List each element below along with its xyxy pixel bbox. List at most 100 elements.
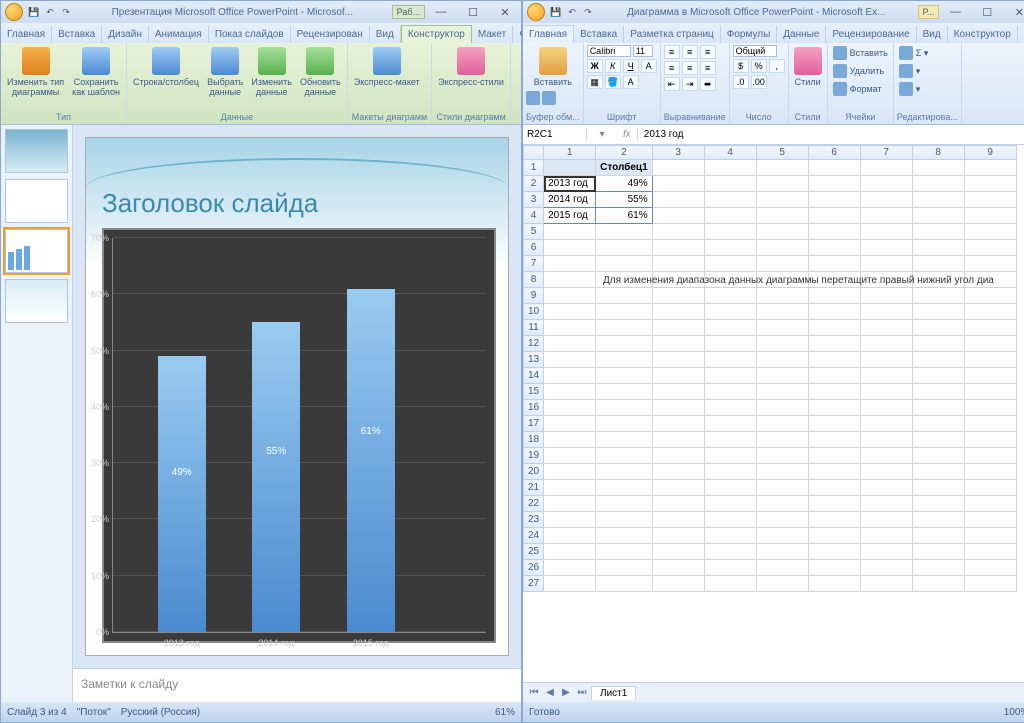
underline-button[interactable]: Ч [623,59,639,73]
cell[interactable] [652,576,704,592]
cell[interactable] [652,160,704,176]
row-header[interactable]: 9 [524,288,544,304]
slide-title[interactable]: Заголовок слайда [102,188,318,219]
cell[interactable] [808,416,860,432]
cell[interactable]: Столбец1 [596,160,653,176]
cell[interactable] [912,224,964,240]
cut-icon[interactable] [526,91,540,105]
cell[interactable] [544,560,596,576]
cell[interactable] [808,304,860,320]
cell[interactable] [544,320,596,336]
cell[interactable] [964,496,1016,512]
row-header[interactable]: 8 [524,272,544,288]
express-styles-button[interactable]: Экспресс-стили [436,45,506,112]
cell[interactable] [704,336,756,352]
cell[interactable] [652,512,704,528]
cell[interactable] [756,176,808,192]
format-cells-button[interactable]: Формат [831,81,890,97]
cell[interactable] [652,256,704,272]
cell[interactable] [964,160,1016,176]
undo-icon[interactable]: ↶ [43,5,57,19]
cell[interactable] [964,352,1016,368]
cell[interactable] [704,320,756,336]
maximize-button[interactable]: ☐ [975,6,999,19]
cell[interactable] [860,288,912,304]
tab-design[interactable]: Дизайн [102,26,149,43]
cell[interactable]: 61% [596,208,653,224]
redo-icon[interactable]: ↷ [581,5,595,19]
cell[interactable] [544,160,596,176]
border-button[interactable]: ▦ [587,75,603,89]
cell[interactable] [860,496,912,512]
cell[interactable] [652,416,704,432]
cell[interactable] [808,352,860,368]
cell[interactable] [860,432,912,448]
col-header[interactable]: 9 [964,146,1016,160]
cell[interactable] [964,464,1016,480]
cell[interactable] [756,496,808,512]
cell[interactable] [704,256,756,272]
zoom-level[interactable]: 100% [1004,707,1024,718]
cell[interactable] [964,576,1016,592]
copy-icon[interactable] [542,91,556,105]
cell[interactable] [860,320,912,336]
cell[interactable] [544,480,596,496]
cell[interactable] [544,240,596,256]
row-header[interactable]: 16 [524,400,544,416]
cell[interactable] [756,416,808,432]
col-header[interactable]: 1 [544,146,596,160]
cell[interactable] [756,336,808,352]
redo-icon[interactable]: ↷ [59,5,73,19]
cell[interactable] [964,528,1016,544]
row-header[interactable]: 6 [524,240,544,256]
cell[interactable] [808,544,860,560]
cell[interactable] [860,560,912,576]
chart[interactable]: 0%10%20%30%40%50%60%70%49%2013 год55%201… [102,228,496,643]
cell[interactable] [808,240,860,256]
cell[interactable] [860,400,912,416]
row-header[interactable]: 27 [524,576,544,592]
cell[interactable] [756,208,808,224]
cell[interactable] [912,464,964,480]
tab-review[interactable]: Рецензирован [291,26,370,43]
cell[interactable] [912,384,964,400]
indent-dec-icon[interactable]: ⇤ [664,77,680,91]
cell[interactable] [756,320,808,336]
cell[interactable] [964,544,1016,560]
row-header[interactable]: 17 [524,416,544,432]
cell[interactable] [756,240,808,256]
table-tools-tab[interactable]: Р... [918,5,940,19]
col-header[interactable]: 3 [652,146,704,160]
align-right-icon[interactable]: ≡ [700,61,716,75]
row-header[interactable]: 4 [524,208,544,224]
cell[interactable] [756,352,808,368]
slide-thumb-1[interactable]: 1 [5,129,68,173]
cell[interactable] [808,480,860,496]
cell[interactable] [860,240,912,256]
cell[interactable] [860,480,912,496]
save-template-button[interactable]: Сохранить как шаблон [70,45,122,112]
cell[interactable] [808,336,860,352]
cell[interactable] [596,528,653,544]
row-header[interactable]: 3 [524,192,544,208]
cell[interactable] [544,416,596,432]
col-header[interactable]: 4 [704,146,756,160]
cell[interactable] [596,400,653,416]
cell[interactable] [652,560,704,576]
cell[interactable]: 49% [596,176,653,192]
cell[interactable] [912,208,964,224]
insert-cells-button[interactable]: Вставить [831,45,890,61]
cell[interactable] [860,208,912,224]
font-size[interactable]: 11 [633,45,653,57]
cell[interactable] [704,400,756,416]
merge-button[interactable]: ⬌ [700,77,716,91]
comma-icon[interactable]: , [769,59,785,73]
row-header[interactable]: 10 [524,304,544,320]
cell[interactable] [964,192,1016,208]
cell[interactable] [596,288,653,304]
slide-canvas[interactable]: Заголовок слайда 0%10%20%30%40%50%60%70%… [73,125,521,668]
cell[interactable] [704,160,756,176]
cell[interactable] [808,192,860,208]
cell[interactable] [912,352,964,368]
notes-pane[interactable]: Заметки к слайду [73,668,521,702]
